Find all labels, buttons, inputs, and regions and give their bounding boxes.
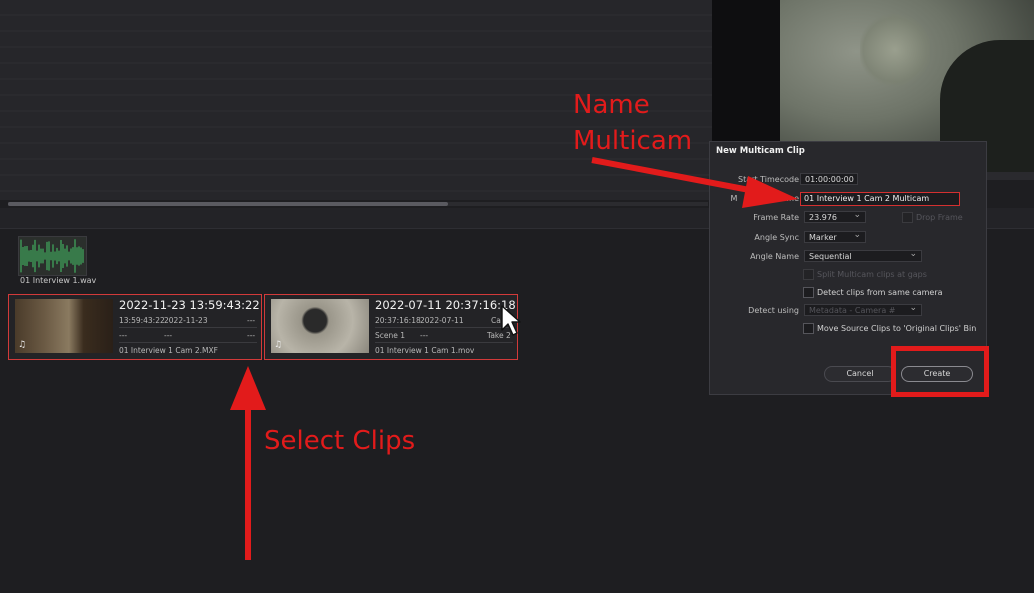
annotation-select-clips: Select Clips — [264, 426, 416, 456]
move-source-clips-label: Move Source Clips to 'Original Clips' Bi… — [817, 324, 977, 333]
waveform-icon — [20, 239, 84, 273]
annotation-name: Name — [573, 90, 650, 120]
clip-timecode: 20:37:16:18 — [375, 316, 421, 325]
dialog-title: New Multicam Clip — [716, 146, 805, 156]
split-gaps-label: Split Multicam clips at gaps — [817, 270, 927, 279]
clip-divider — [119, 327, 257, 328]
clip-filename: 01 Interview 1 Cam 1.mov — [375, 346, 475, 355]
detect-same-camera-label: Detect clips from same camera — [817, 288, 943, 297]
viewer-plant-image — [860, 10, 930, 90]
clip-divider — [375, 342, 513, 343]
clip-shot: --- — [420, 331, 429, 340]
move-source-clips-checkbox[interactable] — [803, 323, 814, 334]
clip-divider — [119, 342, 257, 343]
start-timecode-label: Start Timecode — [738, 175, 799, 184]
frame-rate-label: Frame Rate — [753, 213, 799, 222]
clip-scene: Scene 1 — [375, 331, 406, 340]
audio-clip-thumbnail[interactable] — [18, 236, 87, 276]
angle-name-dropdown[interactable]: Sequential — [804, 248, 922, 262]
clip-divider — [375, 327, 513, 328]
angle-sync-label: Angle Sync — [754, 233, 799, 242]
multicam-name-label: M Name — [730, 194, 799, 203]
clip-shot: --- — [164, 331, 173, 340]
start-timecode-field[interactable]: 01:00:00:00 — [800, 173, 858, 185]
multicam-name-value: 01 Interview 1 Cam 2 Multicam — [804, 194, 930, 203]
clip-thumbnail — [271, 299, 369, 353]
horizontal-scrollbar-thumb[interactable] — [8, 202, 448, 206]
angle-sync-dropdown[interactable]: Marker — [804, 229, 866, 243]
clip-date: 2022-07-11 — [420, 316, 464, 325]
clip-camera: --- — [247, 316, 256, 325]
clip-date: 2022-11-23 — [164, 316, 208, 325]
frame-rate-dropdown[interactable]: 23.976 — [804, 209, 866, 223]
annotation-multicam: Multicam — [573, 126, 693, 156]
clip-thumbnail — [15, 299, 113, 353]
audio-clip-label: 01 Interview 1.wav — [20, 276, 97, 285]
select-clips-arrow-icon — [230, 366, 266, 560]
music-note-icon: ♫ — [18, 340, 27, 350]
split-gaps-checkbox[interactable] — [803, 269, 814, 280]
clip-card-cam2[interactable]: ♫ 2022-11-23 13:59:43:22 13:59:43:22 202… — [8, 294, 262, 360]
drop-frame-checkbox[interactable] — [902, 212, 913, 223]
clip-card-cam1[interactable]: ♫ 2022-07-11 20:37:16:18 20:37:16:18 202… — [264, 294, 518, 360]
angle-name-label: Angle Name — [750, 252, 799, 261]
drop-frame-label: Drop Frame — [916, 213, 963, 222]
clip-filename: 01 Interview 1 Cam 2.MXF — [119, 346, 218, 355]
clip-timecode: 13:59:43:22 — [119, 316, 165, 325]
music-note-icon: ♫ — [274, 340, 283, 350]
clip-title: 2022-11-23 13:59:43:22 — [119, 298, 260, 312]
mouse-cursor-icon — [501, 305, 521, 336]
clip-take: --- — [247, 331, 256, 340]
detect-using-label: Detect using — [748, 306, 799, 315]
clip-title: 2022-07-11 20:37:16:18 — [375, 298, 516, 312]
detect-using-dropdown[interactable]: Metadata - Camera # — [804, 302, 922, 316]
create-button-highlight — [891, 346, 989, 397]
cancel-button[interactable]: Cancel — [824, 366, 896, 382]
detect-same-camera-checkbox[interactable] — [803, 287, 814, 298]
clip-scene: --- — [119, 331, 128, 340]
